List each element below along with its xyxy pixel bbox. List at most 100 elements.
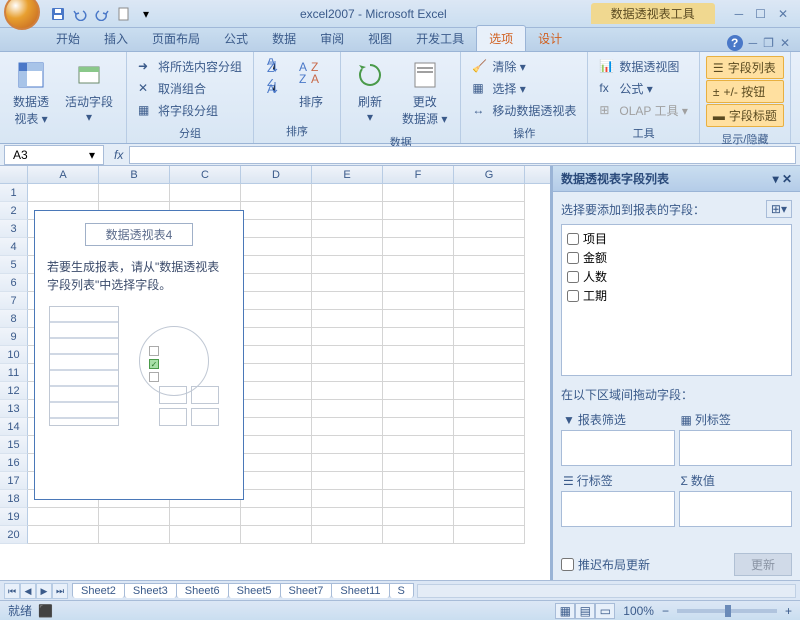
formula-button[interactable]: fx公式 ▾: [594, 78, 693, 99]
cell[interactable]: [170, 184, 241, 202]
column-header[interactable]: D: [241, 166, 312, 183]
cell[interactable]: [312, 202, 383, 220]
column-header[interactable]: A: [28, 166, 99, 183]
normal-view-icon[interactable]: ▦: [555, 603, 575, 619]
cell[interactable]: [383, 220, 454, 238]
row-header[interactable]: 20: [0, 526, 28, 544]
cell[interactable]: [312, 274, 383, 292]
cell[interactable]: [241, 184, 312, 202]
nav-next-icon[interactable]: ▶: [36, 583, 52, 599]
chevron-down-icon[interactable]: ▾: [89, 148, 95, 162]
cell[interactable]: [241, 472, 312, 490]
cell[interactable]: [383, 184, 454, 202]
cell[interactable]: [383, 436, 454, 454]
cell[interactable]: [454, 256, 525, 274]
cell[interactable]: [312, 364, 383, 382]
row-header[interactable]: 6: [0, 274, 28, 292]
cell[interactable]: [312, 418, 383, 436]
cell[interactable]: [312, 256, 383, 274]
refresh-button[interactable]: 刷新 ▾: [347, 56, 393, 127]
cell[interactable]: [170, 508, 241, 526]
clear-button[interactable]: 🧹清除 ▾: [467, 56, 581, 77]
tab-options[interactable]: 选项: [476, 25, 526, 51]
cell[interactable]: [241, 238, 312, 256]
fx-button[interactable]: fx: [108, 148, 129, 162]
field-item[interactable]: 工期: [566, 286, 787, 305]
cell[interactable]: [454, 382, 525, 400]
redo-icon[interactable]: [92, 4, 112, 24]
cell[interactable]: [454, 328, 525, 346]
macro-record-icon[interactable]: ⬛: [38, 604, 53, 618]
cell[interactable]: [383, 508, 454, 526]
row-header[interactable]: 18: [0, 490, 28, 508]
cell[interactable]: [454, 454, 525, 472]
cell[interactable]: [312, 454, 383, 472]
page-break-view-icon[interactable]: ▭: [595, 603, 615, 619]
row-header[interactable]: 17: [0, 472, 28, 490]
cell[interactable]: [383, 274, 454, 292]
cell[interactable]: [383, 490, 454, 508]
row-header[interactable]: 2: [0, 202, 28, 220]
sort-asc-button[interactable]: AZ: [260, 56, 286, 76]
close-icon[interactable]: ✕: [778, 7, 788, 21]
layout-options-button[interactable]: ⊞▾: [766, 200, 792, 218]
sheet-tab[interactable]: Sheet3: [124, 583, 177, 598]
value-drop[interactable]: [679, 491, 793, 527]
row-header[interactable]: 1: [0, 184, 28, 202]
maximize-icon[interactable]: ☐: [755, 7, 766, 21]
cell[interactable]: [170, 526, 241, 544]
cell[interactable]: [454, 508, 525, 526]
tab-formula[interactable]: 公式: [212, 26, 260, 51]
tab-view[interactable]: 视图: [356, 26, 404, 51]
cell[interactable]: [312, 328, 383, 346]
tab-home[interactable]: 开始: [44, 26, 92, 51]
field-checkbox[interactable]: [567, 290, 579, 302]
cell[interactable]: [454, 364, 525, 382]
pane-dropdown-icon[interactable]: ▾: [773, 172, 779, 186]
formula-input[interactable]: [129, 146, 796, 164]
cell[interactable]: [241, 310, 312, 328]
buttons-toggle[interactable]: ±+/- 按钮: [706, 80, 784, 103]
cell[interactable]: [241, 490, 312, 508]
row-header[interactable]: 13: [0, 400, 28, 418]
qat-dropdown-icon[interactable]: ▾: [136, 4, 156, 24]
cell[interactable]: [241, 292, 312, 310]
cell[interactable]: [312, 346, 383, 364]
cell[interactable]: [312, 220, 383, 238]
tab-layout[interactable]: 页面布局: [140, 26, 212, 51]
field-item[interactable]: 项目: [566, 229, 787, 248]
group-field-button[interactable]: ▦将字段分组: [133, 100, 247, 121]
column-header[interactable]: C: [170, 166, 241, 183]
cell[interactable]: [241, 256, 312, 274]
cell[interactable]: [454, 220, 525, 238]
cell[interactable]: [241, 346, 312, 364]
new-icon[interactable]: [114, 4, 134, 24]
cell[interactable]: [454, 400, 525, 418]
cell[interactable]: [454, 274, 525, 292]
filter-drop[interactable]: [561, 430, 675, 466]
cell[interactable]: [312, 400, 383, 418]
cell[interactable]: [454, 472, 525, 490]
cell[interactable]: [241, 328, 312, 346]
column-header[interactable]: F: [383, 166, 454, 183]
cell[interactable]: [454, 238, 525, 256]
defer-checkbox[interactable]: [561, 558, 574, 571]
cell[interactable]: [383, 472, 454, 490]
cell[interactable]: [454, 436, 525, 454]
cell[interactable]: [28, 184, 99, 202]
change-source-button[interactable]: 更改 数据源 ▾: [395, 56, 454, 130]
field-list[interactable]: 项目金额人数工期: [561, 224, 792, 376]
row-drop[interactable]: [561, 491, 675, 527]
doc-min-icon[interactable]: ─: [749, 36, 758, 50]
cell[interactable]: [241, 220, 312, 238]
cell[interactable]: [383, 256, 454, 274]
row-header[interactable]: 11: [0, 364, 28, 382]
page-layout-view-icon[interactable]: ▤: [575, 603, 595, 619]
cell[interactable]: [383, 328, 454, 346]
row-header[interactable]: 10: [0, 346, 28, 364]
area-value[interactable]: Σ数值: [679, 470, 793, 527]
cell[interactable]: [312, 508, 383, 526]
tab-review[interactable]: 审阅: [308, 26, 356, 51]
nav-prev-icon[interactable]: ◀: [20, 583, 36, 599]
row-header[interactable]: 12: [0, 382, 28, 400]
